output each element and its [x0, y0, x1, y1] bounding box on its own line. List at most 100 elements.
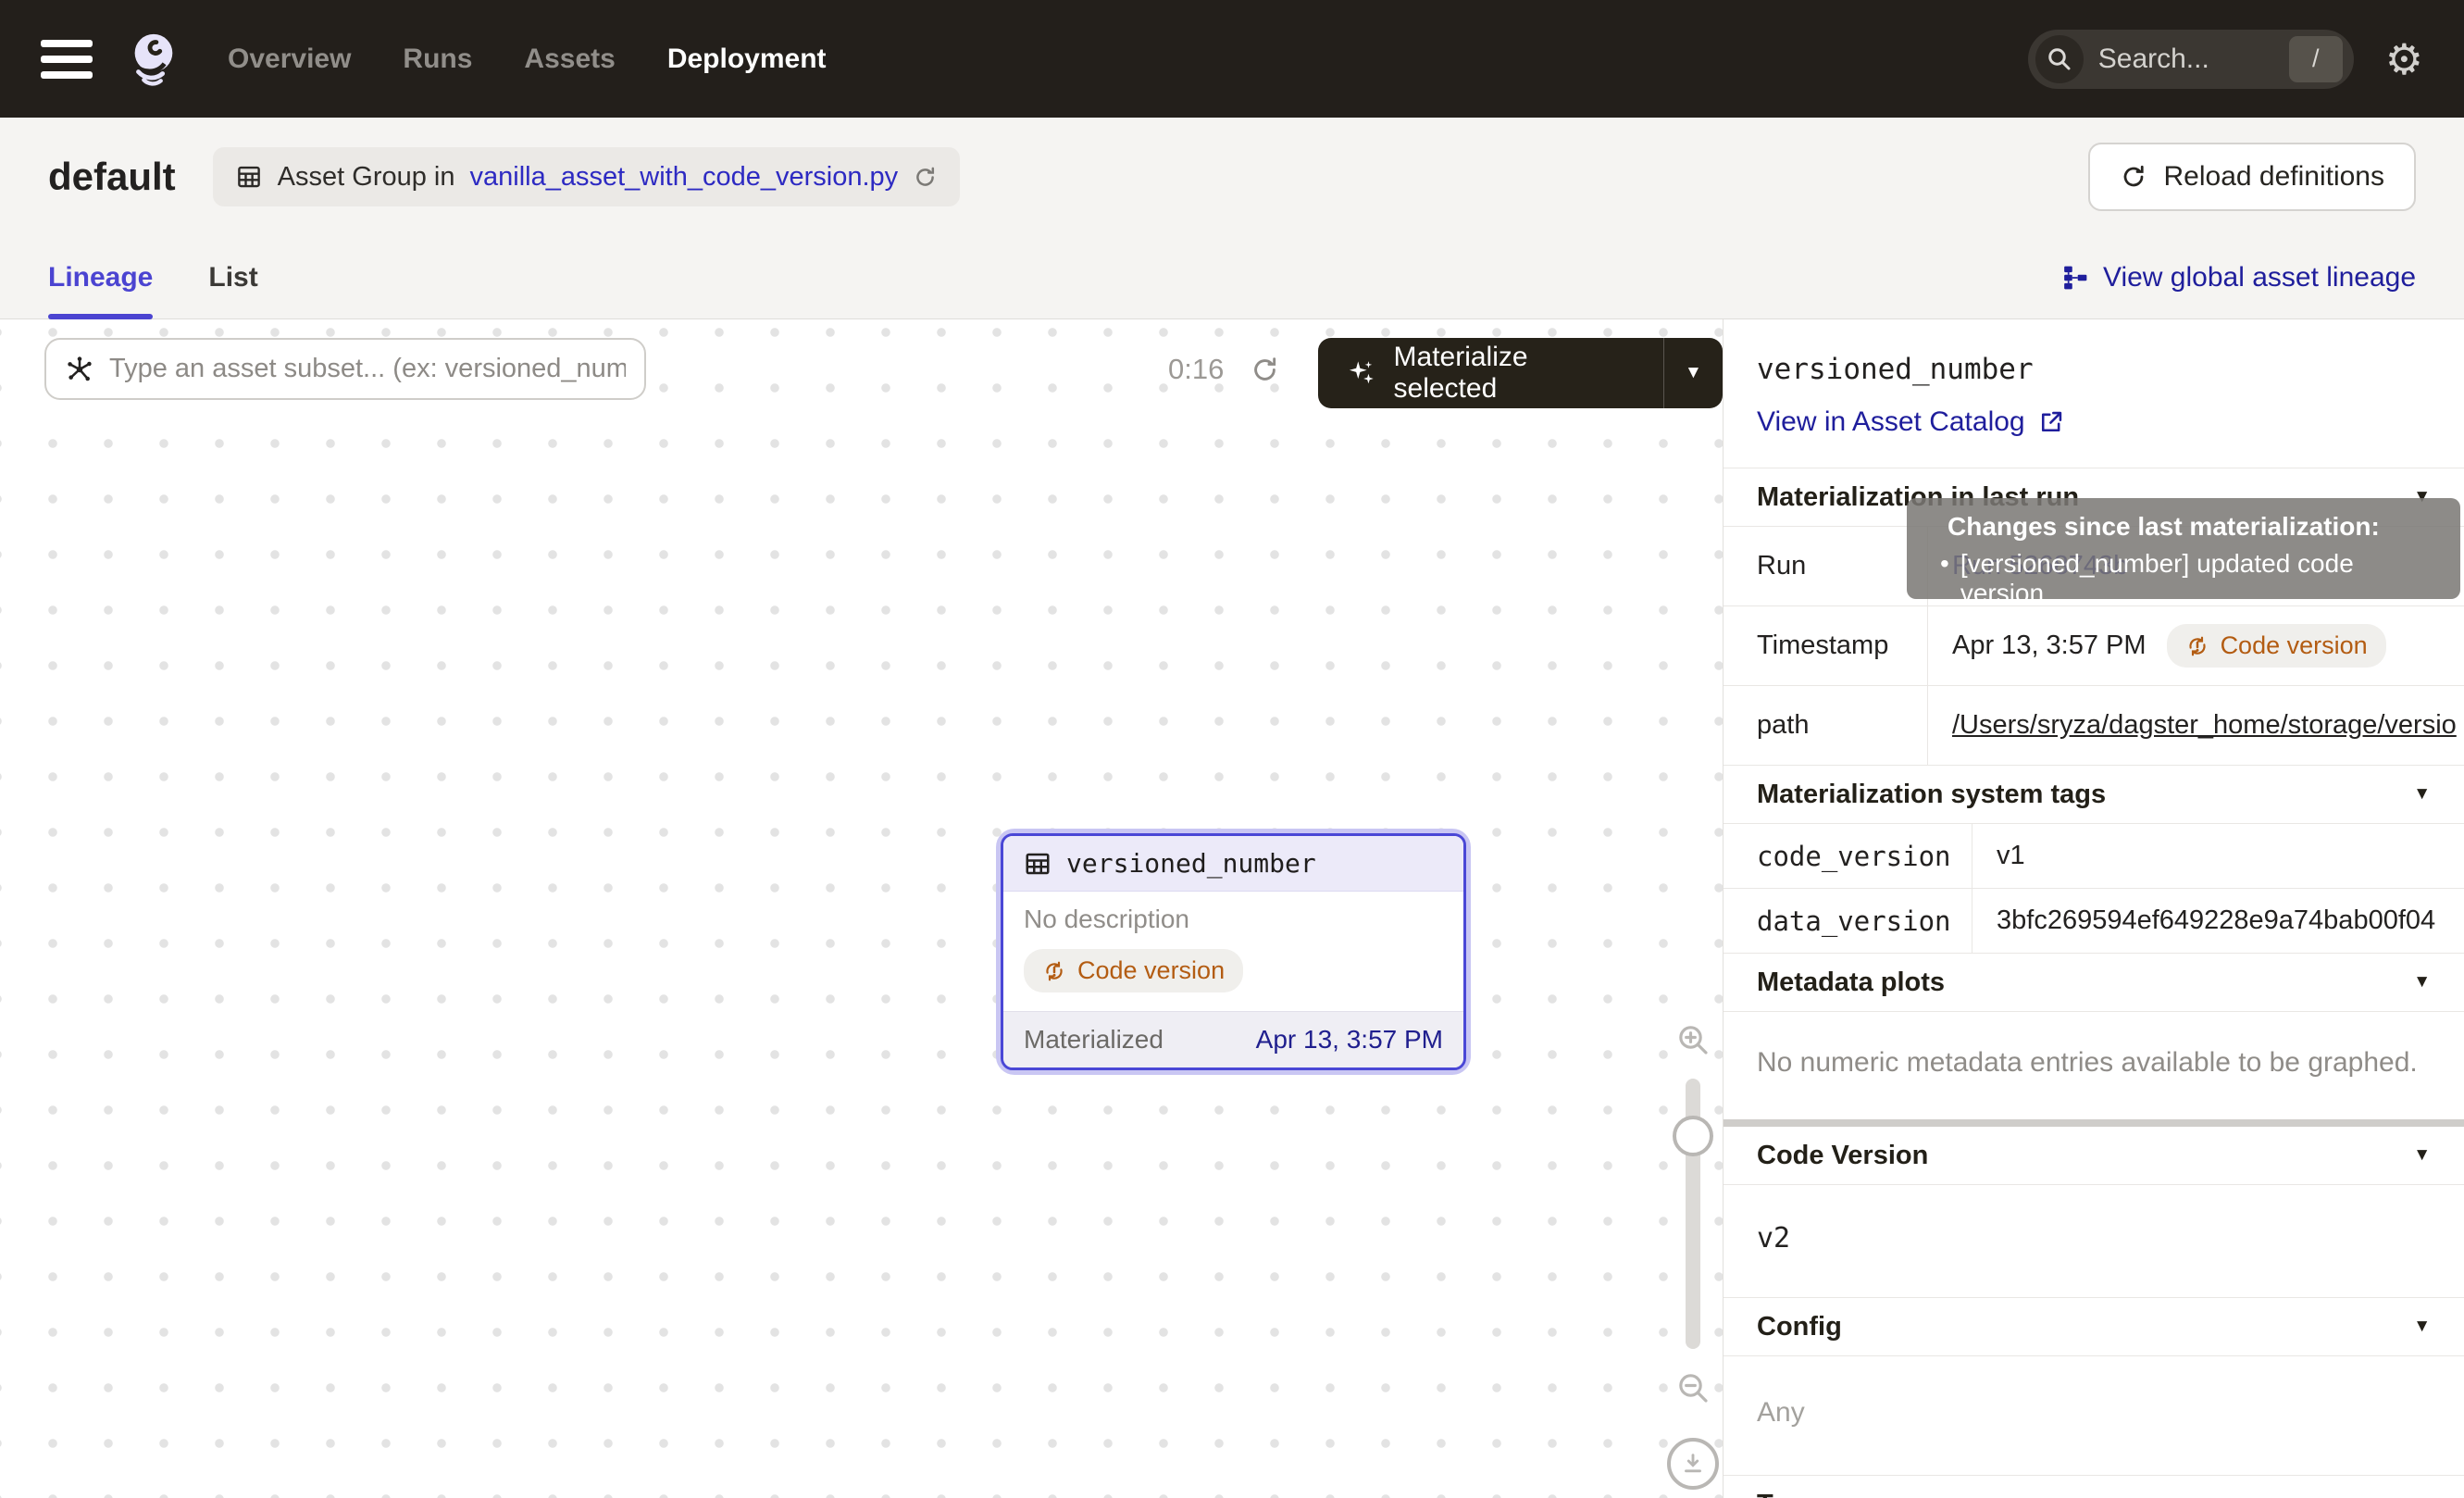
zoom-slider-thumb[interactable]	[1673, 1116, 1713, 1156]
view-tabs-row: Lineage List View global asset lineage	[0, 236, 2464, 319]
breadcrumb-prefix: Asset Group in	[278, 162, 455, 193]
section-materialization-in-last-run[interactable]: Materialization in last run ▼	[1724, 468, 2464, 526]
path-row: path /Users/sryza/dagster_home/storage/v…	[1724, 686, 2464, 766]
run-row: Run Run 5268743b	[1724, 527, 2464, 606]
section-config[interactable]: Config ▼	[1724, 1298, 2464, 1355]
timestamp-row: Timestamp Apr 13, 3:57 PM Code versi	[1724, 606, 2464, 686]
code-version-badge: Code version	[2167, 624, 2386, 668]
hamburger-menu-icon[interactable]	[41, 40, 93, 79]
materialize-dropdown-button[interactable]: ▼	[1664, 338, 1723, 408]
chevron-down-icon: ▼	[2413, 1145, 2431, 1166]
timer-countdown: 0:16	[1168, 353, 1224, 386]
code-version-tag-label: code_version	[1724, 824, 1972, 888]
section-code-version[interactable]: Code Version ▼	[1724, 1127, 2464, 1184]
gear-icon[interactable]: ⚙	[2385, 38, 2423, 81]
view-global-asset-lineage-link[interactable]: View global asset lineage	[2062, 262, 2416, 293]
sparkles-icon	[1346, 357, 1377, 389]
tab-list[interactable]: List	[208, 236, 257, 318]
search-icon	[2035, 35, 2084, 83]
materialized-status-label: Materialized	[1024, 1025, 1164, 1055]
view-in-asset-catalog-link[interactable]: View in Asset Catalog	[1757, 406, 2431, 438]
download-icon	[1679, 1450, 1707, 1478]
nav-assets[interactable]: Assets	[524, 44, 615, 75]
asset-group-breadcrumb: Asset Group in vanilla_asset_with_code_v…	[213, 147, 961, 206]
chevron-down-icon: ▼	[2413, 1494, 2431, 1498]
view-global-asset-lineage-label: View global asset lineage	[2103, 262, 2416, 293]
nav-deployment[interactable]: Deployment	[667, 44, 827, 75]
chevron-down-icon: ▼	[2413, 972, 2431, 992]
asset-group-icon	[235, 163, 263, 191]
chevron-down-icon: ▼	[2413, 784, 2431, 805]
nav-runs[interactable]: Runs	[403, 44, 472, 75]
section-title: Materialization system tags	[1757, 780, 2106, 810]
page-title: default	[48, 155, 176, 199]
canvas-zoom-controls	[1666, 1021, 1720, 1490]
materialize-selected-label: Materialize selected	[1394, 342, 1636, 405]
code-version-badge: Code version	[1024, 949, 1243, 992]
zoom-in-icon[interactable]	[1674, 1021, 1711, 1058]
reload-definitions-button[interactable]: Reload definitions	[2088, 143, 2417, 211]
path-link[interactable]: /Users/sryza/dagster_home/storage/versio	[1952, 710, 2457, 741]
external-link-icon	[2038, 409, 2064, 435]
reload-icon	[2120, 163, 2147, 191]
lineage-canvas[interactable]: 0:16 Materialize selected ▼	[0, 319, 1724, 1498]
download-image-button[interactable]	[1667, 1438, 1719, 1490]
breadcrumb-refresh-icon[interactable]	[913, 165, 938, 190]
sidebar-asset-name: versioned_number	[1757, 353, 2431, 386]
section-type[interactable]: Type ▼	[1724, 1476, 2464, 1498]
main-content: 0:16 Materialize selected ▼	[0, 319, 2464, 1498]
metadata-plots-empty-text: No numeric metadata entries available to…	[1724, 1012, 2464, 1119]
asset-node-header: versioned_number	[1003, 836, 1463, 892]
section-title: Config	[1757, 1312, 1842, 1342]
code-version-badge-label: Code version	[1077, 956, 1225, 985]
run-label: Run	[1724, 527, 1928, 605]
config-value: Any	[1724, 1356, 2464, 1475]
materialize-selected-button[interactable]: Materialize selected	[1318, 338, 1663, 408]
zoom-out-icon[interactable]	[1674, 1369, 1711, 1406]
lineage-graph-icon	[2062, 265, 2088, 291]
breadcrumb-file-link[interactable]: vanilla_asset_with_code_version.py	[470, 162, 899, 193]
view-in-asset-catalog-label: View in Asset Catalog	[1757, 406, 2025, 438]
section-metadata-plots[interactable]: Metadata plots ▼	[1724, 954, 2464, 1011]
table-icon	[1024, 850, 1052, 878]
path-label: path	[1724, 686, 1928, 765]
section-title: Code Version	[1757, 1141, 1928, 1171]
nav-overview[interactable]: Overview	[228, 44, 351, 75]
data-version-tag-row: data_version 3bfc269594ef649228e9a74bab0…	[1724, 889, 2464, 954]
code-version-changed-icon	[1042, 959, 1066, 983]
section-materialization-system-tags[interactable]: Materialization system tags ▼	[1724, 766, 2464, 823]
chevron-down-icon: ▼	[2413, 487, 2431, 507]
asset-node-versioned-number[interactable]: versioned_number No description	[996, 829, 1471, 1075]
materialized-timestamp-link[interactable]: Apr 13, 3:57 PM	[1256, 1025, 1443, 1055]
search-shortcut-chip: /	[2289, 36, 2343, 82]
data-version-tag-label: data_version	[1724, 889, 1972, 953]
dagster-logo[interactable]	[124, 31, 181, 88]
section-title: Metadata plots	[1757, 967, 1945, 998]
refresh-timer: 0:16	[1168, 353, 1280, 386]
timestamp-label: Timestamp	[1724, 606, 1928, 685]
data-version-tag-value: 3bfc269594ef649228e9a74bab00f04	[1997, 905, 2435, 936]
section-title: Materialization in last run	[1757, 482, 2079, 513]
refresh-icon[interactable]	[1250, 355, 1280, 385]
asset-node-body: No description Code version	[1003, 892, 1463, 1011]
code-version-tag-row: code_version v1	[1724, 824, 2464, 889]
code-version-changed-icon	[2185, 634, 2209, 658]
zoom-slider[interactable]	[1686, 1079, 1700, 1349]
asset-details-sidebar: versioned_number View in Asset Catalog M…	[1724, 319, 2464, 1498]
code-version-value: v2	[1724, 1185, 2464, 1297]
search-box[interactable]: /	[2028, 30, 2354, 89]
page-header: default Asset Group in vanilla_asset_wit…	[0, 118, 2464, 236]
run-link[interactable]: Run 5268743b	[1952, 551, 2128, 581]
search-input[interactable]	[2098, 44, 2289, 75]
chevron-down-icon: ▼	[1685, 363, 1702, 383]
asset-subset-input[interactable]	[109, 354, 626, 384]
tab-lineage[interactable]: Lineage	[48, 236, 153, 318]
asset-node-description: No description	[1024, 905, 1443, 934]
asset-node-footer: Materialized Apr 13, 3:57 PM	[1003, 1011, 1463, 1067]
code-version-tag-value: v1	[1997, 841, 2025, 871]
materialize-selected-split-button: Materialize selected ▼	[1318, 338, 1723, 408]
top-navigation-bar: Overview Runs Assets Deployment / ⚙	[0, 0, 2464, 118]
asset-subset-filter[interactable]	[44, 338, 646, 400]
thick-divider	[1724, 1119, 2464, 1127]
sidebar-asset-summary: versioned_number View in Asset Catalog	[1724, 319, 2464, 468]
